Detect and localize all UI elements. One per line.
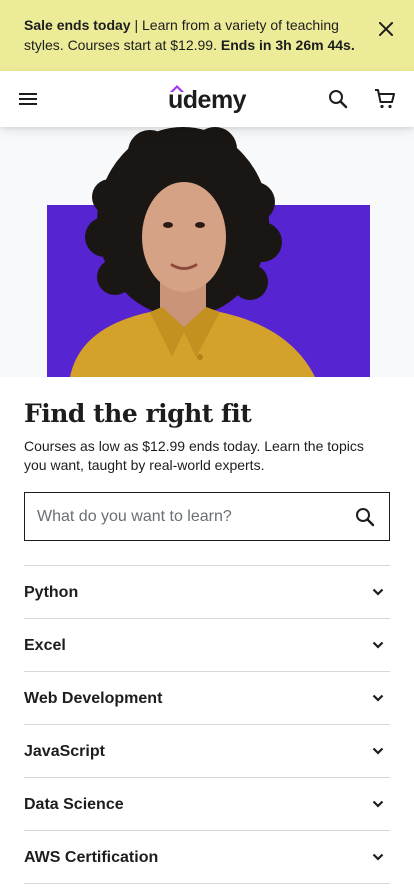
chevron-down-icon [372, 800, 384, 808]
sale-banner-text: Sale ends today | Learn from a variety o… [24, 15, 364, 55]
topic-item-web-development[interactable]: Web Development [24, 672, 390, 725]
topic-label: AWS Certification [24, 849, 159, 866]
header-search-button[interactable] [326, 87, 350, 111]
chevron-down-icon [372, 694, 384, 702]
topic-label: Data Science [24, 796, 124, 813]
topic-item-javascript[interactable]: JavaScript [24, 725, 390, 778]
page-title: Find the right fit [24, 399, 252, 428]
chevron-down-icon [372, 588, 384, 596]
course-search-submit-button[interactable] [353, 505, 377, 529]
logo-text: udemy [168, 86, 247, 114]
sale-banner: Sale ends today | Learn from a variety o… [0, 0, 414, 71]
topic-label: Python [24, 584, 79, 601]
close-banner-button[interactable] [374, 17, 398, 41]
search-icon [356, 508, 375, 527]
topic-item-excel[interactable]: Excel [24, 619, 390, 672]
top-header: udemy [0, 71, 414, 127]
course-search-input[interactable] [37, 493, 337, 540]
topic-item-python[interactable]: Python [24, 566, 390, 619]
shopping-cart-icon [375, 89, 395, 109]
udemy-logo[interactable]: udemy [168, 84, 248, 116]
topic-label: Web Development [24, 690, 163, 707]
page-subtitle: Courses as low as $12.99 ends today. Lea… [24, 438, 364, 473]
topic-label: Excel [24, 637, 66, 654]
topic-label: JavaScript [24, 743, 105, 760]
hero-copy: Find the right fit Courses as low as $12… [24, 397, 390, 475]
search-icon [329, 90, 348, 109]
chevron-down-icon [372, 853, 384, 861]
course-search-form [24, 492, 390, 541]
chevron-down-icon [372, 747, 384, 755]
sale-countdown: Ends in 3h 26m 44s. [220, 37, 355, 53]
hero-image [0, 127, 414, 377]
hamburger-menu-icon [19, 93, 37, 105]
topic-item-aws-certification[interactable]: AWS Certification [24, 831, 390, 884]
chevron-down-icon [372, 641, 384, 649]
topics-accordion: Python Excel Web Development JavaScript … [24, 565, 390, 884]
hero-illustration [0, 127, 414, 377]
close-icon [379, 22, 393, 36]
cart-button[interactable] [373, 87, 397, 111]
menu-button[interactable] [16, 87, 40, 111]
sale-banner-lead: Sale ends today [24, 17, 131, 33]
topic-item-data-science[interactable]: Data Science [24, 778, 390, 831]
